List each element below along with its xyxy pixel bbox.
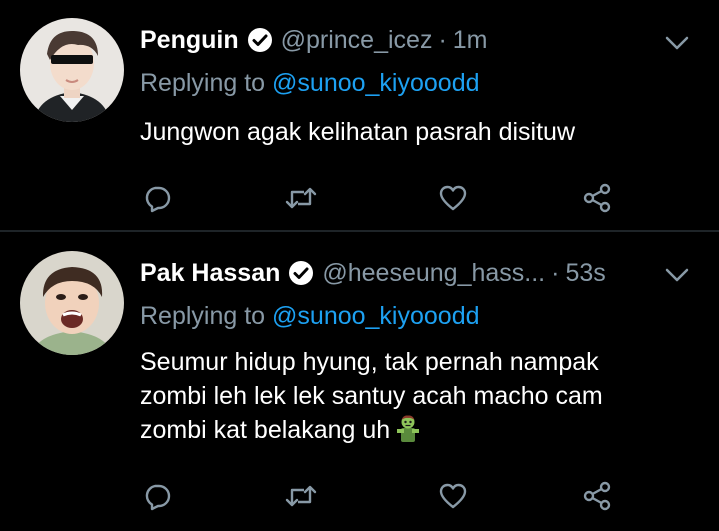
verified-badge-icon xyxy=(288,260,314,286)
timestamp[interactable]: 53s xyxy=(565,259,605,288)
replying-prefix: Replying to xyxy=(140,302,273,330)
author-handle[interactable]: @heeseung_hass... xyxy=(322,259,545,288)
author-name[interactable]: Penguin xyxy=(140,26,239,55)
tweet-text-line-content: zombi kat belakang uh xyxy=(140,416,391,444)
tweet-text: Jungwon agak kelihatan pasrah disituw xyxy=(140,115,700,149)
replying-to: Replying to @sunoo_kiyooodd xyxy=(140,302,480,331)
action-bar xyxy=(140,479,620,513)
chevron-down-icon[interactable] xyxy=(662,28,692,58)
timestamp[interactable]: 1m xyxy=(453,26,488,55)
tweet[interactable]: Pak Hassan @heeseung_hass... · 53s Reply… xyxy=(0,232,719,531)
separator: · xyxy=(551,258,560,287)
tweet-text-line: zombi kat belakang uh xyxy=(140,413,700,447)
share-icon[interactable] xyxy=(580,181,614,215)
verified-badge-icon xyxy=(247,27,273,53)
reply-mention-link[interactable]: @sunoo_kiyooodd xyxy=(272,302,479,330)
zombie-emoji-icon xyxy=(394,414,422,442)
tweet-text-line: zombi leh lek lek santuy acah macho cam xyxy=(140,382,603,410)
replying-prefix: Replying to xyxy=(140,69,273,97)
tweet[interactable]: Penguin @prince_icez · 1m Replying to @s… xyxy=(0,0,719,230)
retweet-icon[interactable] xyxy=(284,181,318,215)
retweet-icon[interactable] xyxy=(284,479,318,513)
reply-mention-link[interactable]: @sunoo_kiyooodd xyxy=(272,69,479,97)
tweet-text: Seumur hidup hyung, tak pernah nampak zo… xyxy=(140,345,700,447)
tweet-text-line: Jungwon agak kelihatan pasrah disituw xyxy=(140,118,575,146)
share-icon[interactable] xyxy=(580,479,614,513)
chevron-down-icon[interactable] xyxy=(662,260,692,290)
separator: · xyxy=(438,25,447,54)
like-icon[interactable] xyxy=(436,479,470,513)
action-bar xyxy=(140,181,620,215)
tweet-text-line: Seumur hidup hyung, tak pernah nampak xyxy=(140,348,599,376)
replying-to: Replying to @sunoo_kiyooodd xyxy=(140,69,480,98)
like-icon[interactable] xyxy=(436,181,470,215)
avatar[interactable] xyxy=(20,18,124,122)
avatar[interactable] xyxy=(20,251,124,355)
reply-icon[interactable] xyxy=(140,181,174,215)
reply-icon[interactable] xyxy=(140,479,174,513)
author-handle[interactable]: @prince_icez xyxy=(281,26,433,55)
author-name[interactable]: Pak Hassan xyxy=(140,259,280,288)
